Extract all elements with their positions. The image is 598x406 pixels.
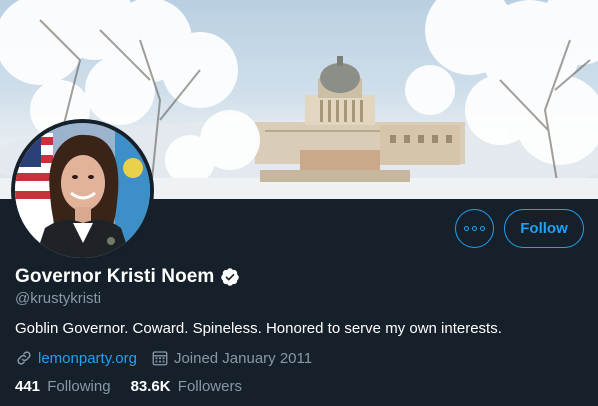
following-count: 441 — [15, 378, 41, 395]
profile-bio: Goblin Governor. Coward. Spineless. Hono… — [15, 320, 502, 337]
name-row: Governor Kristi Noem — [15, 266, 240, 288]
following-stat[interactable]: 441 Following — [15, 378, 111, 395]
display-name: Governor Kristi Noem — [15, 266, 215, 287]
followers-stat[interactable]: 83.6K Followers — [131, 378, 242, 395]
website-link[interactable]: lemonparty.org — [38, 350, 137, 367]
calendar-icon — [152, 351, 168, 366]
follow-stats: 441 Following 83.6K Followers — [15, 378, 262, 395]
avatar-photo — [15, 123, 150, 258]
user-handle: @krustykristi — [15, 290, 102, 307]
more-options-button[interactable] — [455, 209, 494, 248]
followers-count: 83.6K — [130, 378, 171, 395]
profile-meta: lemonparty.org Joined January 2011 — [15, 349, 326, 367]
website-item: lemonparty.org — [15, 349, 137, 367]
followers-label: Followers — [177, 378, 242, 395]
joined-date: Joined January 2011 — [173, 349, 313, 367]
avatar[interactable] — [11, 119, 154, 262]
more-options-icon — [464, 226, 485, 231]
joined-item: Joined January 2011 — [151, 349, 312, 367]
verified-badge-icon — [220, 267, 240, 287]
follow-button[interactable]: Follow — [504, 209, 584, 248]
following-label: Following — [47, 378, 111, 395]
link-icon — [17, 351, 31, 365]
